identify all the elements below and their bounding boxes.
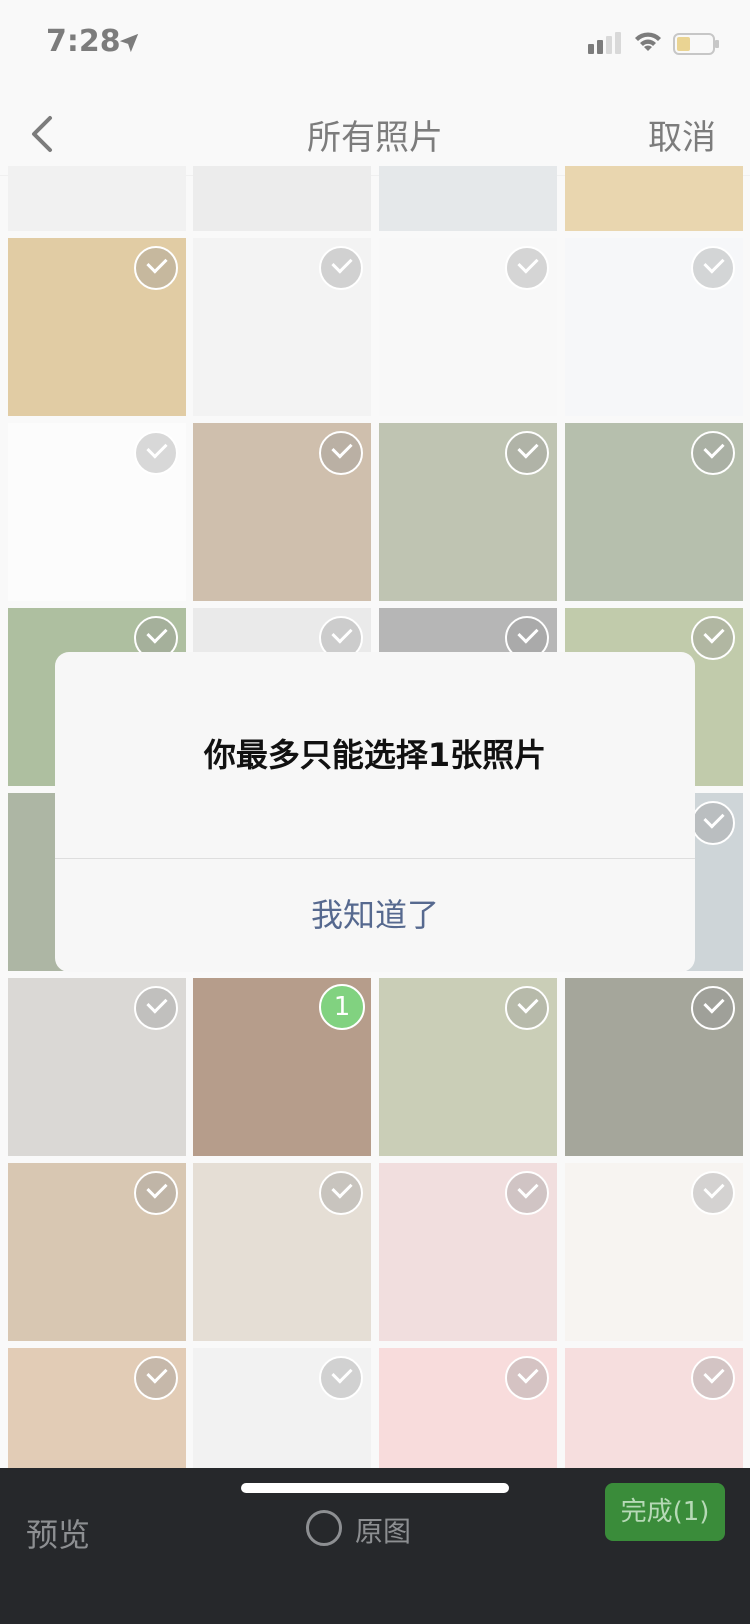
alert-confirm-button[interactable]: 我知道了 (55, 858, 695, 972)
home-indicator (241, 1483, 509, 1493)
alert-dialog: 你最多只能选择1张照片 我知道了 (55, 652, 695, 972)
alert-message: 你最多只能选择1张照片 (203, 736, 547, 774)
preview-button[interactable]: 预览 (26, 1510, 90, 1556)
done-button[interactable]: 完成(1) (605, 1483, 725, 1541)
original-image-label[interactable]: 原图 (355, 1510, 411, 1550)
original-image-radio[interactable] (306, 1510, 342, 1546)
